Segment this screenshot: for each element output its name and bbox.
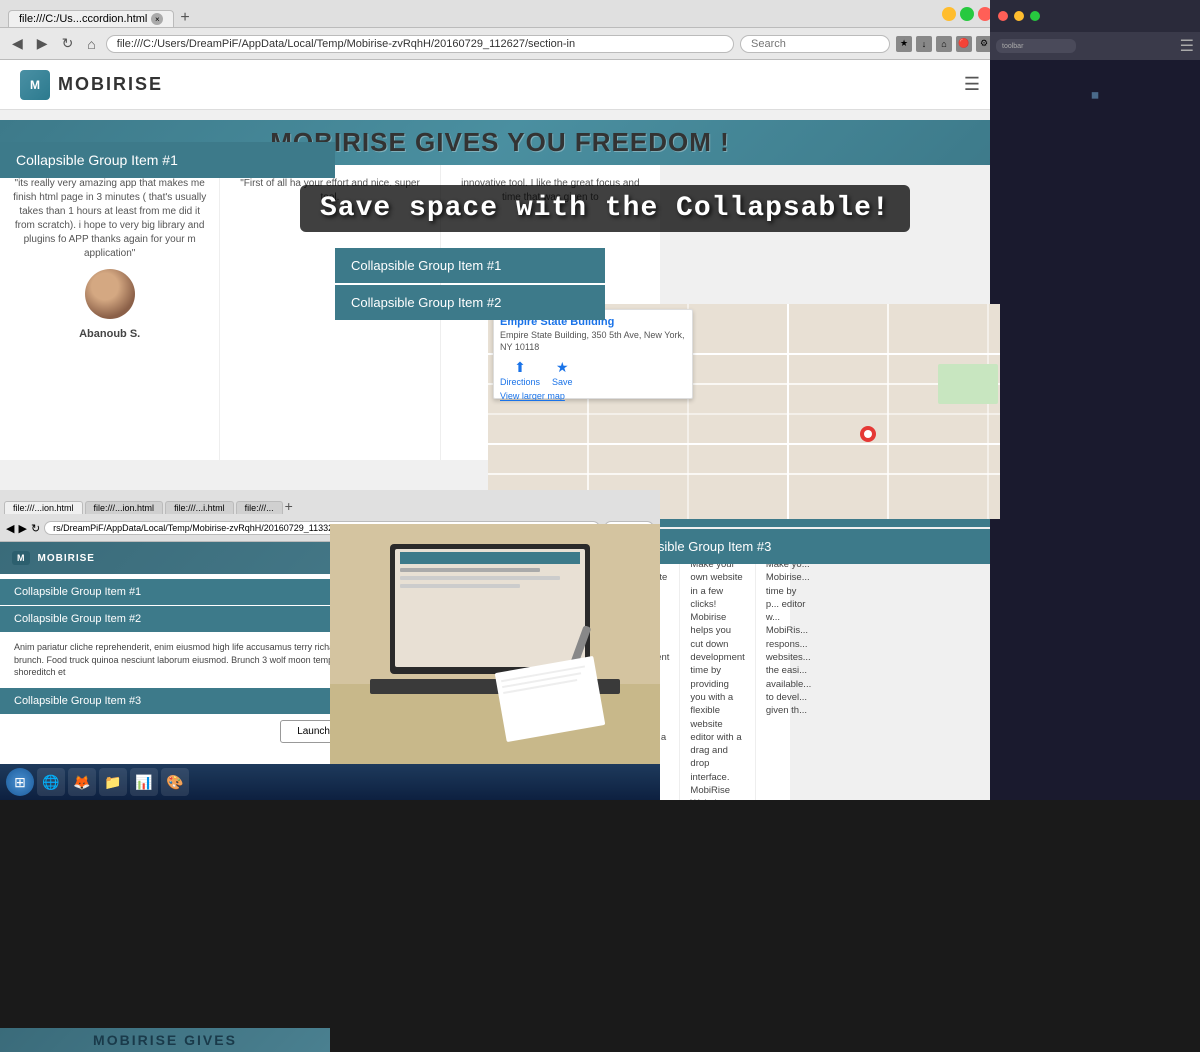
browser-titlebar: file:///C:/Us...ccordion.html × + [0,0,1000,28]
hamburger-menu-icon[interactable]: ☰ [964,74,980,95]
bookmark-star-icon[interactable]: ★ [896,36,912,52]
collapsible-mid-item-1[interactable]: Collapsible Group Item #1 [335,248,605,283]
bottom-tabs-row: file:///...ion.html file:///...ion.html … [0,490,660,514]
windows-logo-icon: ⊞ [14,774,26,791]
bottom-back-button[interactable]: ◀ [6,522,14,535]
bottom-refresh-button[interactable]: ↻ [31,522,40,535]
close-btn-secondary[interactable] [998,11,1008,21]
window-controls [942,7,992,21]
forward-button[interactable]: ▶ [33,33,52,54]
browser-tab[interactable]: file:///C:/Us...ccordion.html × [8,10,174,27]
tab-title: file:///C:/Us...ccordion.html [19,13,147,25]
larger-map-link[interactable]: View larger map [500,391,686,401]
bottom-site-logo: M [12,551,30,565]
ie-icon: 🌐 [42,774,59,791]
new-tab-button[interactable]: + [174,9,195,27]
collapsible-mid-item-2[interactable]: Collapsible Group Item #2 [335,285,605,320]
secondary-browser-content: toolbar ☰ ◼ [990,0,1200,800]
back-button[interactable]: ◀ [8,33,27,54]
testimonial-1-name: Abanoub S. [12,327,207,342]
logo-icon: M [20,70,50,100]
logo-letter: M [30,78,40,92]
firefox-icon: 🦊 [73,774,90,791]
os-taskbar: ⊞ 🌐 🦊 📁 📊 🎨 [0,764,660,800]
minimize-button[interactable] [942,7,956,21]
save-space-overlay: Save space with the Collapsable! [300,185,910,232]
secondary-toolbar: toolbar ☰ [990,32,1200,60]
address-bar: ◀ ▶ ↻ ⌂ ★ ↓ ⌂ 🔴 ⚙ [0,28,1000,60]
search-input[interactable] [740,35,890,53]
addon-icon[interactable]: 🔴 [956,36,972,52]
collapsible-right-item-3[interactable]: Collapsible Group Item #3 [605,529,990,564]
bottom-tab-2[interactable]: file:///...ion.html [85,501,164,514]
site-brand: MOBIRISE [58,74,163,95]
secondary-toolbar-icons: toolbar [996,39,1076,53]
home-icon[interactable]: ⌂ [936,36,952,52]
secondary-content-area: ◼ [990,60,1200,800]
tab-area: file:///C:/Us...ccordion.html × + [8,0,196,27]
address-input[interactable] [106,35,734,53]
bottom-new-tab-button[interactable]: + [285,498,293,514]
star-icon: ★ [556,359,569,376]
save-label: Save [552,377,573,387]
site-headline-text: MOBIRISE GIVES YOU FREEDOM ! [270,127,729,158]
refresh-button[interactable]: ↻ [58,33,78,54]
map-info-box: Empire State Building Empire State Build… [493,309,693,399]
laptop-image-area [330,524,660,764]
site-header: M MOBIRISE ☰ [0,60,1000,110]
bottom-tab-1[interactable]: file:///...ion.html [4,501,83,514]
min-btn-secondary[interactable] [1014,11,1024,21]
text-content-3: Make yo... Mobirise... time by p... edit… [766,558,811,718]
map-address: Empire State Building, 350 5th Ave, New … [500,330,686,353]
tab-close-button[interactable]: × [151,13,163,25]
avatar-1 [85,269,135,319]
taskbar-firefox-icon[interactable]: 🦊 [68,768,96,796]
secondary-titlebar [990,0,1200,32]
laptop-svg [330,524,660,764]
collapsible-group-middle: Collapsible Group Item #1 Collapsible Gr… [335,248,605,322]
maximize-button[interactable] [960,7,974,21]
save-space-text: Save space with the Collapsable! [320,193,890,224]
text-content-2: Make your own website in a few clicks! M… [690,558,744,800]
collapsible-item-1-top[interactable]: Collapsible Group Item #1 [0,142,335,178]
testimonial-1: "its really very amazing app that makes … [0,165,220,460]
map-section: Empire State Building Empire State Build… [488,304,1000,519]
bottom-tab-4[interactable]: file:///... [236,501,283,514]
taskbar-chart-icon[interactable]: 📊 [130,768,158,796]
taskbar-folder-icon[interactable]: 📁 [99,768,127,796]
text-col-3: Make yo... Mobirise... time by p... edit… [756,550,821,800]
map-action-buttons: ⬆ Directions ★ Save [500,359,686,387]
bottom-tab-3[interactable]: file:///...i.html [165,501,234,514]
start-button[interactable]: ⊞ [6,768,34,796]
save-button[interactable]: ★ Save [552,359,573,387]
secondary-browser-window: toolbar ☰ ◼ [990,0,1200,800]
avatar-image-1 [85,269,135,319]
secondary-placeholder-text: ◼ [1081,80,1109,111]
paint-icon: 🎨 [166,774,183,791]
directions-icon: ⬆ [514,359,526,376]
text-col-2: Make your own website in a few clicks! M… [680,550,755,800]
chart-icon: 📊 [135,774,152,791]
site-logo: M MOBIRISE [20,70,163,100]
max-btn-secondary[interactable] [1030,11,1040,21]
bottom-forward-button[interactable]: ▶ [18,522,26,535]
taskbar-paint-icon[interactable]: 🎨 [161,768,189,796]
directions-label: Directions [500,377,540,387]
testimonial-1-quote: "its really very amazing app that makes … [12,177,207,261]
taskbar-ie-icon[interactable]: 🌐 [37,768,65,796]
secondary-menu-icon[interactable]: ☰ [1180,36,1194,56]
bottom-site-brand: MOBIRISE [38,553,95,564]
folder-icon: 📁 [104,774,121,791]
download-icon[interactable]: ↓ [916,36,932,52]
directions-button[interactable]: ⬆ Directions [500,359,540,387]
home-button[interactable]: ⌂ [83,34,99,54]
toolbar-icons: ★ ↓ ⌂ 🔴 ⚙ [896,36,992,52]
